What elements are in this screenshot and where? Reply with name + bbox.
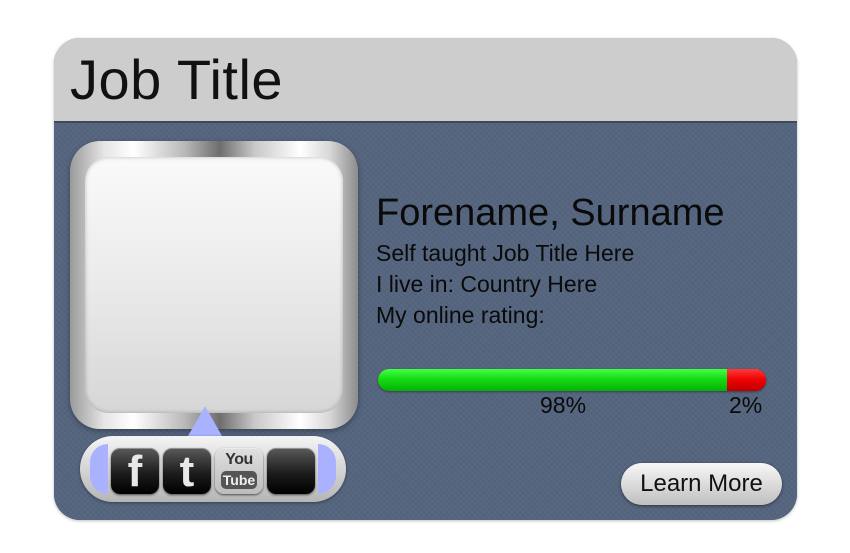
facebook-button[interactable]: f bbox=[111, 448, 159, 494]
youtube-icon-tube: Tube bbox=[221, 471, 257, 489]
rating-bar-negative bbox=[727, 369, 766, 391]
profile-photo-frame bbox=[70, 141, 358, 429]
rating-bar-positive bbox=[378, 369, 759, 391]
rating-negative-percent: 2% bbox=[729, 392, 763, 418]
learn-more-button[interactable]: Learn More bbox=[621, 463, 782, 505]
profile-card: Job Title f t You Tube Forename, Surname… bbox=[54, 38, 797, 520]
rating-positive-percent: 98% bbox=[540, 392, 587, 418]
profile-location: I live in: Country Here bbox=[376, 271, 598, 297]
card-body: f t You Tube Forename, Surname Self taug… bbox=[54, 123, 797, 520]
youtube-icon: You bbox=[225, 451, 253, 468]
twitter-button[interactable]: t bbox=[163, 448, 211, 494]
rating-bar bbox=[378, 369, 766, 391]
youtube-button[interactable]: You Tube bbox=[215, 448, 263, 494]
facebook-icon: f bbox=[127, 447, 143, 496]
social-bar-right-cap bbox=[318, 444, 336, 494]
profile-tagline: Self taught Job Title Here bbox=[376, 240, 635, 266]
profile-photo-placeholder bbox=[85, 157, 343, 413]
job-title: Job Title bbox=[70, 48, 284, 111]
social-links-bar: f t You Tube bbox=[80, 436, 346, 502]
social-bar-left-cap bbox=[90, 444, 108, 494]
rating-label: My online rating: bbox=[376, 302, 545, 328]
twitter-icon: t bbox=[179, 447, 195, 496]
profile-name: Forename, Surname bbox=[376, 192, 725, 234]
card-header: Job Title bbox=[54, 38, 797, 123]
apple-button[interactable] bbox=[267, 448, 315, 494]
pointer-arrow-icon bbox=[188, 406, 222, 436]
